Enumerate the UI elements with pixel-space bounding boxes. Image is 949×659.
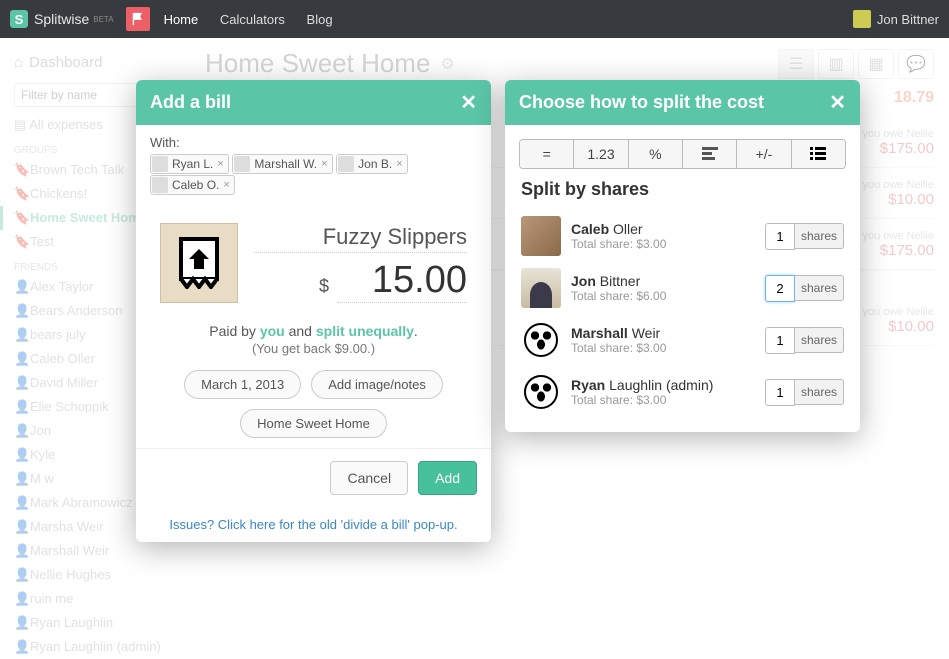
beta-badge: BETA — [93, 15, 113, 24]
tab-comments-icon[interactable]: 💬 — [898, 49, 934, 79]
share-total: Total share: $6.00 — [571, 289, 765, 303]
tab-calendar-icon[interactable]: ▦ — [858, 49, 894, 79]
dashboard-link[interactable]: ⌂Dashboard — [0, 48, 190, 77]
avatar-icon — [338, 156, 354, 172]
avatar-icon — [521, 216, 561, 256]
shares-unit: shares — [795, 275, 844, 301]
paid-by-line: Paid by you and split unequally. — [154, 323, 473, 339]
shares-input[interactable] — [765, 223, 795, 250]
view-tabs: ☰ ▥ ▦ 💬 — [778, 49, 934, 79]
amount-input[interactable] — [337, 259, 467, 303]
sidebar-friend-item[interactable]: 👤Marshall Weir — [0, 539, 190, 563]
split-type-link[interactable]: split unequally — [316, 323, 414, 339]
share-total: Total share: $3.00 — [571, 341, 765, 355]
nav-calculators[interactable]: Calculators — [220, 12, 285, 27]
nav-links: Home Calculators Blog — [164, 12, 351, 27]
remove-icon[interactable]: × — [223, 179, 229, 191]
date-button[interactable]: March 1, 2013 — [184, 370, 301, 399]
logo-icon: S — [10, 10, 28, 28]
seg-itemize[interactable] — [792, 140, 845, 168]
flag-icon[interactable] — [126, 7, 150, 31]
add-bill-title: Add a bill — [150, 92, 460, 113]
paid-by-link[interactable]: you — [260, 323, 285, 339]
user-name: Jon Bittner — [877, 12, 939, 27]
person-name: Caleb Oller — [571, 221, 765, 237]
shares-input[interactable] — [765, 379, 795, 406]
tab-list-icon[interactable]: ☰ — [778, 49, 814, 79]
person-name: Ryan Laughlin (admin) — [571, 377, 765, 393]
share-row: Caleb OllerTotal share: $3.00 shares — [521, 210, 844, 262]
nav-blog[interactable]: Blog — [307, 12, 333, 27]
split-method-tabs: = 1.23 % +/- — [519, 139, 846, 169]
seg-adjust[interactable]: +/- — [737, 140, 791, 168]
shares-input[interactable] — [765, 327, 795, 354]
cancel-button[interactable]: Cancel — [330, 461, 408, 495]
share-total: Total share: $3.00 — [571, 237, 765, 251]
avatar-icon — [234, 156, 250, 172]
tab-chart-icon[interactable]: ▥ — [818, 49, 854, 79]
sidebar-friend-item[interactable]: 👤ruin me — [0, 587, 190, 611]
description-input[interactable] — [254, 222, 467, 253]
share-row: Ryan Laughlin (admin)Total share: $3.00 s… — [521, 366, 844, 418]
person-chip[interactable]: Ryan L.× — [150, 154, 229, 174]
close-icon[interactable]: ✕ — [829, 90, 846, 115]
split-heading: Split by shares — [521, 179, 844, 200]
nav-home[interactable]: Home — [164, 12, 199, 27]
seg-exact[interactable]: 1.23 — [574, 140, 628, 168]
person-chip[interactable]: Caleb O.× — [150, 175, 235, 195]
sidebar-friend-item[interactable]: 👤Ryan Laughlin — [0, 611, 190, 635]
avatar-icon — [152, 177, 168, 193]
person-chip[interactable]: Marshall W.× — [232, 154, 332, 174]
add-bill-modal: Add a bill ✕ With: Ryan L.× Marshall W.×… — [136, 80, 491, 542]
current-user[interactable]: Jon Bittner — [853, 10, 939, 28]
with-row: With: Ryan L.× Marshall W.× Jon B.× Cale… — [136, 125, 491, 202]
page-title: Home Sweet Home — [205, 48, 430, 79]
remove-icon[interactable]: × — [396, 158, 402, 170]
shares-unit: shares — [795, 327, 844, 353]
gear-icon[interactable]: ⚙ — [440, 54, 454, 74]
share-total: Total share: $3.00 — [571, 393, 765, 407]
shares-unit: shares — [795, 223, 844, 249]
receipt-icon[interactable] — [160, 223, 238, 303]
split-title: Choose how to split the cost — [519, 92, 829, 113]
seg-shares[interactable] — [683, 140, 737, 168]
person-name: Jon Bittner — [571, 273, 765, 289]
avatar-icon — [853, 10, 871, 28]
close-icon[interactable]: ✕ — [460, 90, 477, 115]
person-chip[interactable]: Jon B.× — [336, 154, 407, 174]
sidebar-friend-item[interactable]: 👤Nellie Hughes — [0, 563, 190, 587]
person-name: Marshall Weir — [571, 325, 765, 341]
remove-icon[interactable]: × — [217, 158, 223, 170]
remove-icon[interactable]: × — [321, 158, 327, 170]
group-button[interactable]: Home Sweet Home — [240, 409, 387, 438]
notes-button[interactable]: Add image/notes — [311, 370, 443, 399]
sidebar-friend-item[interactable]: 👤Ryan Laughlin (admin) — [0, 635, 190, 659]
avatar-icon — [521, 372, 561, 412]
shares-unit: shares — [795, 379, 844, 405]
add-button[interactable]: Add — [418, 461, 477, 495]
with-label: With: — [150, 135, 180, 150]
shares-input[interactable] — [765, 275, 795, 302]
avatar-icon — [521, 268, 561, 308]
brand: Splitwise — [34, 11, 89, 27]
seg-percent[interactable]: % — [629, 140, 683, 168]
currency-symbol: $ — [319, 276, 329, 297]
share-row: Marshall WeirTotal share: $3.00 shares — [521, 314, 844, 366]
split-modal: Choose how to split the cost ✕ = 1.23 % … — [505, 80, 860, 432]
seg-equal[interactable]: = — [520, 140, 574, 168]
issues-link[interactable]: Issues? Click here for the old 'divide a… — [169, 517, 457, 532]
top-nav: S Splitwise BETA Home Calculators Blog J… — [0, 0, 949, 38]
share-row: Jon BittnerTotal share: $6.00 shares — [521, 262, 844, 314]
avatar-icon — [152, 156, 168, 172]
get-back-text: (You get back $9.00.) — [154, 341, 473, 356]
avatar-icon — [521, 320, 561, 360]
